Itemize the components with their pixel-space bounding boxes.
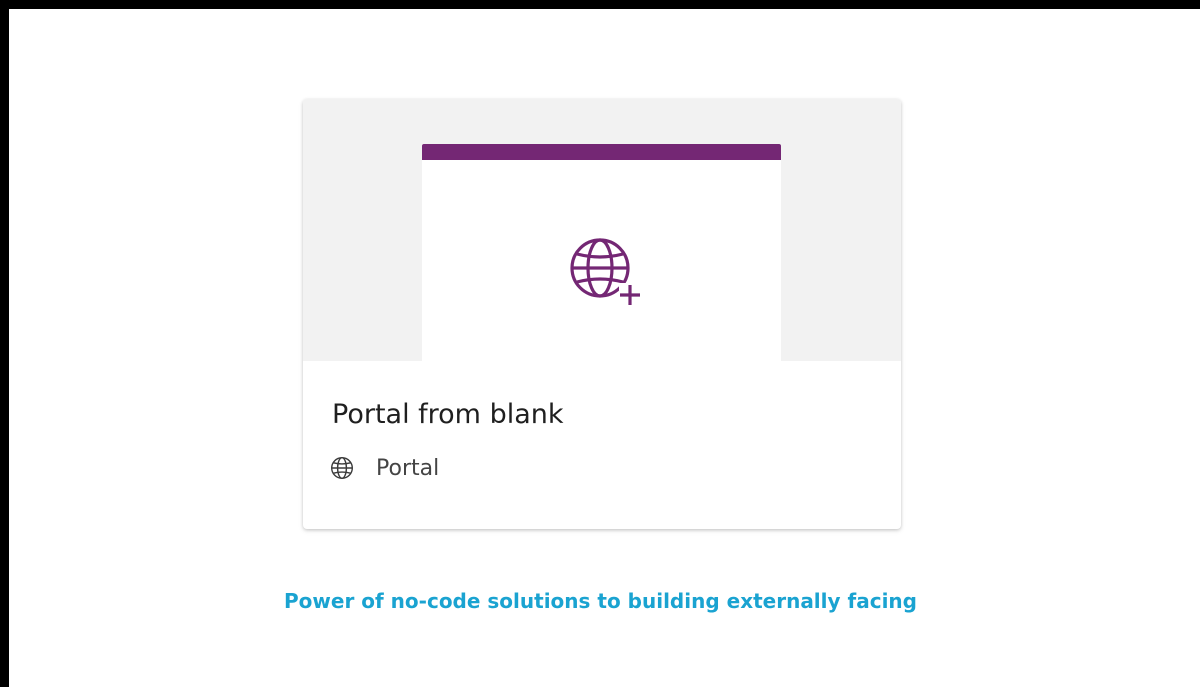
- caption-text: Power of no-code solutions to building e…: [284, 589, 917, 613]
- card-type-row: Portal: [330, 454, 439, 482]
- card-title: Portal from blank: [332, 399, 564, 430]
- screen-frame: Portal from blank Portal Power of no-cod…: [9, 9, 1200, 687]
- globe-add-icon: [570, 238, 640, 305]
- card-preview: [303, 99, 901, 361]
- preview-titlebar: [422, 144, 781, 160]
- globe-icon: [330, 456, 354, 480]
- card-type-label: Portal: [376, 455, 440, 481]
- portal-template-card[interactable]: Portal from blank Portal: [303, 99, 901, 529]
- card-info: Portal from blank Portal: [303, 361, 901, 529]
- preview-window: [422, 144, 781, 361]
